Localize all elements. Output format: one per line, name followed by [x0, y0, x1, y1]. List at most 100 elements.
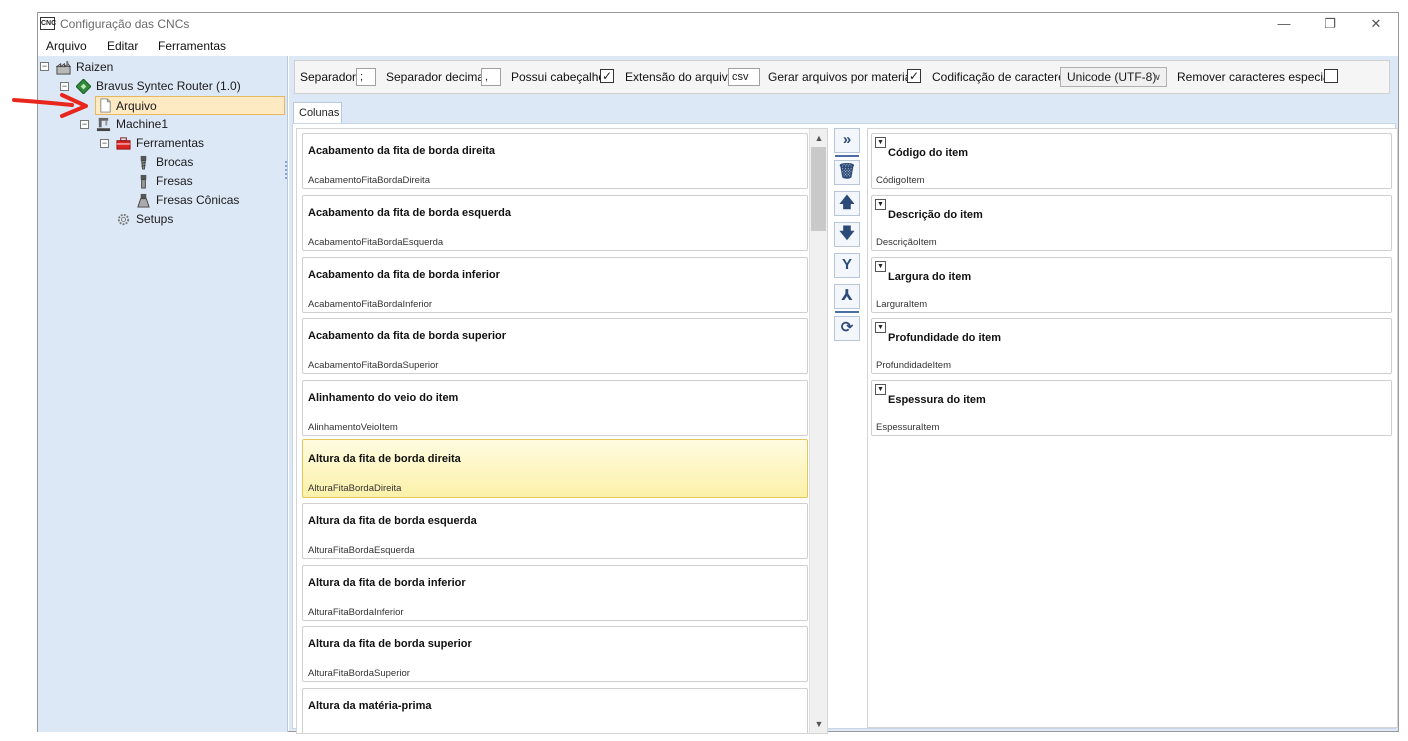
tree-label: Brocas [156, 155, 194, 169]
codificacao-label: Codificação de caracteres [932, 70, 1071, 84]
list-item[interactable]: Alinhamento do veio do item AlinhamentoV… [302, 380, 808, 436]
selected-columns-list[interactable]: ▼ Código do item CódigoItem ▼ Descrição … [867, 128, 1398, 728]
tree-item-brocas[interactable]: Brocas [136, 153, 276, 172]
collapse-icon[interactable]: − [80, 120, 89, 129]
menu-editar[interactable]: Editar [107, 39, 138, 53]
add-all-button[interactable]: » [834, 128, 860, 153]
possui-cabecalho-checkbox[interactable]: ✓ [600, 69, 614, 83]
column-field: DescriçãoItem [876, 237, 937, 248]
column-title: Altura da fita de borda inferior [308, 577, 466, 589]
remover-especiais-checkbox[interactable] [1324, 69, 1338, 83]
collapse-icon[interactable]: − [100, 139, 109, 148]
separador-label: Separador [300, 70, 357, 84]
menu-arquivo[interactable]: Arquivo [46, 39, 87, 53]
collapse-icon[interactable]: − [60, 82, 69, 91]
main-window: CNC Configuração das CNCs — ❐ ✕ Arquivo … [37, 12, 1399, 734]
column-field: EspessuraItem [876, 422, 940, 433]
tree-label: Bravus Syntec Router (1.0) [96, 79, 241, 93]
codificacao-select[interactable]: Unicode (UTF-8) ∨ [1060, 67, 1167, 87]
main-panel: Separador ; Separador decimal , Possui c… [289, 56, 1398, 734]
list-item[interactable]: ▼ Código do item CódigoItem [871, 133, 1392, 189]
column-field: AlturaFitaBordaInferior [308, 607, 404, 618]
tree-label: Fresas [156, 174, 193, 188]
title-bar: CNC Configuração das CNCs — ❐ ✕ [38, 13, 1398, 35]
scroll-thumb[interactable] [811, 147, 826, 231]
list-item[interactable]: Altura da fita de borda superior AlturaF… [302, 626, 808, 682]
possui-cabecalho-label: Possui cabeçalho [511, 70, 606, 84]
split-button[interactable]: ⅄ [834, 284, 860, 309]
column-field: AcabamentoFitaBordaDireita [308, 175, 430, 186]
file-options-bar: Separador ; Separador decimal , Possui c… [294, 60, 1390, 94]
delete-button[interactable]: 🗑 [834, 160, 860, 185]
tree-item-router[interactable]: − Bravus Syntec Router (1.0) [60, 77, 280, 96]
collapse-icon[interactable]: − [40, 62, 49, 71]
chevron-down-icon: ∨ [1154, 72, 1161, 82]
list-item[interactable]: Altura da fita de borda inferior AlturaF… [302, 565, 808, 621]
column-title: Profundidade do item [888, 332, 1002, 344]
drill-bit-icon [140, 155, 147, 170]
list-item-hovered[interactable]: Altura da fita de borda direita AlturaFi… [302, 439, 808, 498]
tree-item-setups[interactable]: Setups [116, 210, 276, 229]
list-item[interactable]: Acabamento da fita de borda superior Aca… [302, 318, 808, 374]
collapse-icon[interactable]: ▼ [875, 261, 886, 272]
close-button[interactable]: ✕ [1356, 15, 1396, 33]
tree-item-fresas[interactable]: Fresas [136, 172, 276, 191]
list-item[interactable]: Acabamento da fita de borda direita Acab… [302, 133, 808, 189]
codificacao-value: Unicode (UTF-8) [1067, 70, 1157, 84]
separador-decimal-input[interactable]: , [481, 68, 501, 86]
available-columns-list[interactable]: Acabamento da fita de borda direita Acab… [296, 128, 828, 734]
column-title: Largura do item [888, 271, 972, 283]
minimize-button[interactable]: — [1264, 15, 1304, 33]
tree-item-machine1[interactable]: − Machine1 [80, 115, 280, 134]
column-title: Espessura do item [888, 394, 986, 406]
refresh-button[interactable]: ⟳ [834, 316, 860, 341]
list-item[interactable]: Acabamento da fita de borda inferior Aca… [302, 257, 808, 313]
collapse-icon[interactable]: ▼ [875, 199, 886, 210]
collapse-icon[interactable]: ▼ [875, 322, 886, 333]
column-field: AlturaFitaBordaDireita [308, 483, 402, 494]
machine-icon [96, 117, 111, 132]
list-item[interactable]: ▼ Descrição do item DescriçãoItem [871, 195, 1392, 251]
tree-item-raizen[interactable]: − Raizen [40, 58, 280, 77]
separador-decimal-label: Separador decimal [386, 70, 487, 84]
tree-item-arquivo[interactable]: Arquivo [95, 96, 285, 115]
column-title: Altura da matéria-prima [308, 700, 432, 712]
column-title: Altura da fita de borda direita [308, 453, 461, 465]
column-title: Código do item [888, 147, 969, 159]
scroll-down-icon[interactable]: ▼ [810, 715, 827, 733]
merge-button[interactable]: Y [834, 253, 860, 278]
extensao-input[interactable]: csv [728, 68, 760, 86]
list-item[interactable]: ▼ Largura do item LarguraItem [871, 257, 1392, 313]
gerar-por-material-label: Gerar arquivos por material [768, 70, 915, 84]
gerar-por-material-checkbox[interactable]: ✓ [907, 69, 921, 83]
column-field: CódigoItem [876, 175, 925, 186]
restore-button[interactable]: ❐ [1310, 15, 1350, 33]
columns-panel: Acabamento da fita de borda direita Acab… [292, 123, 1398, 734]
separador-input[interactable]: ; [356, 68, 376, 86]
file-icon [100, 98, 111, 113]
splitter-grip[interactable] [285, 161, 287, 179]
tab-colunas[interactable]: Colunas [293, 102, 342, 124]
tree-label: Fresas Cônicas [156, 193, 240, 207]
column-field: AlturaFitaBordaSuperior [308, 668, 410, 679]
tree-label: Raizen [76, 60, 114, 74]
tree-item-fresas-conicas[interactable]: Fresas Cônicas [136, 191, 276, 210]
collapse-icon[interactable]: ▼ [875, 137, 886, 148]
column-title: Alinhamento do veio do item [308, 392, 459, 404]
menu-ferramentas[interactable]: Ferramentas [158, 39, 226, 53]
list-item[interactable]: ▼ Espessura do item EspessuraItem [871, 380, 1392, 436]
column-field: AlturaFitaBordaEsquerda [308, 545, 415, 556]
move-up-button[interactable]: 🡅 [834, 191, 860, 216]
list-item[interactable]: Altura da fita de borda esquerda AlturaF… [302, 503, 808, 559]
vertical-scrollbar[interactable]: ▲ ▼ [809, 129, 827, 733]
list-item[interactable]: ▼ Profundidade do item ProfundidadeItem [871, 318, 1392, 374]
list-item[interactable]: Acabamento da fita de borda esquerda Aca… [302, 195, 808, 251]
app-icon: CNC [40, 17, 56, 30]
tree-item-ferramentas[interactable]: − Ferramentas [100, 134, 280, 153]
list-item[interactable]: Altura da matéria-prima [302, 688, 808, 733]
remover-especiais-label: Remover caracteres especiais [1177, 70, 1339, 84]
collapse-icon[interactable]: ▼ [875, 384, 886, 395]
move-down-button[interactable]: 🡇 [834, 222, 860, 247]
scroll-up-icon[interactable]: ▲ [810, 129, 827, 147]
column-toolbar: » 🗑 🡅 🡇 Y ⅄ ⟳ [834, 128, 860, 368]
